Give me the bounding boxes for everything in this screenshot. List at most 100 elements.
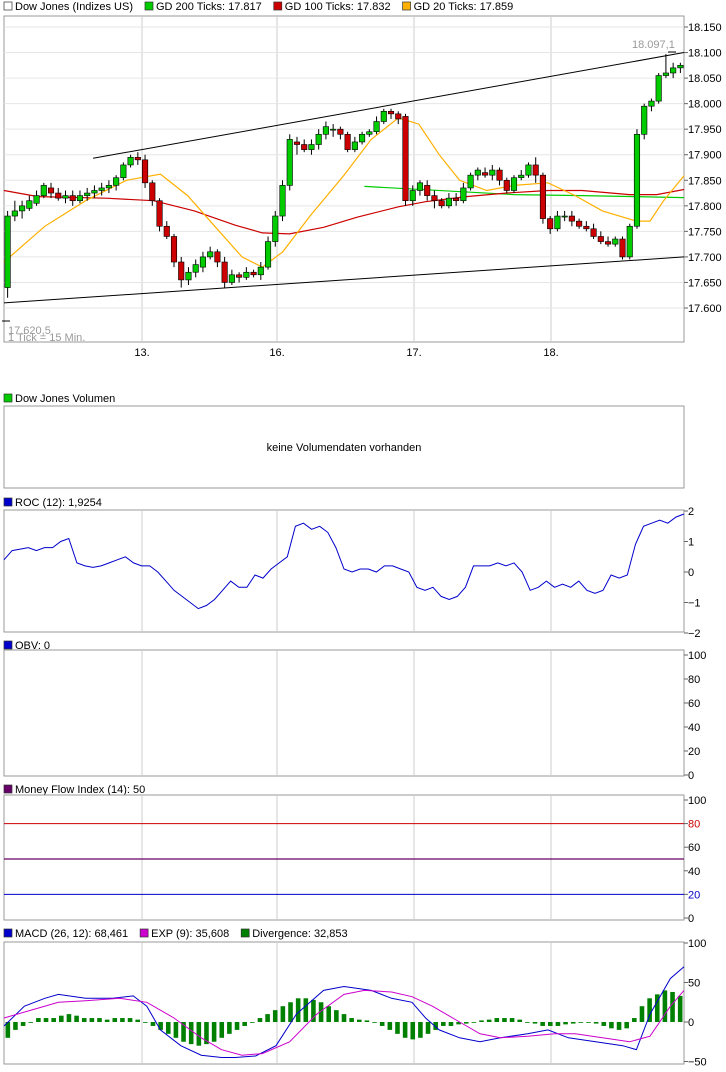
divergence-bar [295, 998, 301, 1022]
macd-panel-ytick-label: 50 [688, 978, 700, 990]
divergence-bar [593, 1022, 599, 1024]
price-panel-legend-label: GD 100 Ticks: 17.832 [285, 1, 391, 13]
divergence-bar [143, 1022, 148, 1023]
candle [641, 105, 648, 135]
divergence-bar [379, 1022, 385, 1026]
candle [344, 133, 351, 150]
roc-panel-frame [3, 509, 685, 633]
candle [156, 200, 163, 227]
candle [4, 215, 11, 288]
candle [127, 156, 134, 166]
candle [568, 215, 575, 222]
divergence-bar [349, 1018, 354, 1022]
roc-panel-ytick-label: −1 [688, 598, 701, 610]
divergence-bar [211, 1022, 217, 1042]
divergence-bar [288, 1002, 293, 1022]
candle [554, 215, 561, 230]
candle [322, 126, 329, 135]
divergence-bar [219, 1022, 225, 1038]
price-panel-legend-square [3, 1, 13, 11]
candle [301, 144, 308, 150]
candle [26, 200, 33, 209]
candle [366, 131, 373, 135]
divergence-bar [272, 1010, 278, 1022]
candle [170, 236, 178, 263]
candle [503, 179, 510, 191]
x-tick-label: 13. [134, 347, 149, 359]
divergence-bar [570, 1022, 576, 1024]
divergence-bar [127, 1018, 133, 1022]
candle [11, 210, 18, 217]
candle [460, 187, 467, 202]
price-panel-legend-square [402, 1, 411, 11]
divergence-bar [624, 1022, 629, 1029]
price-panel-legend-label: GD 20 Ticks: 17.859 [414, 1, 514, 13]
divergence-bar [555, 1022, 561, 1026]
divergence-bar [51, 1018, 56, 1022]
divergence-bar [372, 1022, 377, 1023]
roc-panel-legend-square [3, 497, 13, 507]
candle [496, 169, 503, 181]
candle [590, 228, 597, 237]
candle [387, 111, 395, 115]
divergence-bar [479, 1020, 484, 1022]
mfi-panel-ytick-label: 80 [688, 819, 700, 831]
divergence-bar [525, 1022, 530, 1023]
macd-panel-legend-square [139, 928, 149, 938]
divergence-bar [303, 998, 309, 1022]
candle [373, 121, 380, 133]
divergence-bar [28, 1022, 34, 1023]
roc-panel-ytick-label: 2 [688, 506, 694, 518]
divergence-bar [135, 1019, 140, 1022]
candle [510, 177, 518, 191]
price-panel-ytick-label: 18.150 [688, 22, 722, 34]
candle [337, 128, 344, 135]
divergence-bar [532, 1022, 538, 1024]
price-panel-ytick-label: 17.600 [688, 303, 722, 315]
divergence-bar [639, 1006, 645, 1022]
candle [228, 274, 235, 283]
divergence-bar [227, 1022, 232, 1034]
price-panel-ytick-label: 17.800 [688, 201, 722, 213]
mfi-panel-ytick-label: 20 [688, 889, 700, 901]
price-panel-ytick-label: 17.850 [688, 175, 722, 187]
candle [293, 141, 301, 145]
mfi-panel-ytick-label: 40 [688, 866, 700, 878]
divergence-bar [43, 1018, 49, 1022]
candle [62, 195, 69, 199]
divergence-bar [165, 1022, 171, 1034]
divergence-bar [418, 1022, 423, 1038]
price-panel-ytick-label: 17.900 [688, 150, 722, 162]
candle [431, 195, 438, 202]
divergence-bar [425, 1022, 431, 1034]
price-panel-legend-square [144, 1, 154, 11]
divergence-bar [150, 1022, 156, 1026]
divergence-bar [36, 1018, 41, 1022]
price-panel-ytick-label: 17.750 [688, 226, 722, 238]
obv-panel-frame [3, 649, 685, 777]
price-panel-ytick-label: 18.000 [688, 99, 722, 111]
candle [532, 164, 539, 176]
macd-panel-legend-label: EXP (9): 35,608 [151, 928, 229, 940]
divergence-bar [20, 1022, 26, 1026]
candle [561, 215, 568, 218]
candle [677, 65, 684, 69]
divergence-bar [486, 1019, 492, 1022]
divergence-bar [356, 1019, 362, 1022]
candle [424, 185, 431, 196]
divergence-bar [89, 1018, 95, 1022]
candle [539, 174, 546, 219]
obv-panel-ytick-label: 100 [688, 650, 706, 662]
candle [149, 182, 156, 202]
divergence-bar [448, 1022, 454, 1026]
divergence-bar [402, 1022, 408, 1038]
divergence-bar [463, 1022, 469, 1024]
candle [547, 218, 554, 230]
mfi-panel-legend-square [3, 784, 13, 794]
divergence-bar [410, 1022, 416, 1040]
candle [416, 182, 424, 191]
high-annotation: 18.097,1 [632, 39, 675, 51]
candle [19, 205, 26, 212]
roc-panel-legend-label: ROC (12): 1,9254 [15, 497, 102, 509]
candle [279, 185, 286, 217]
